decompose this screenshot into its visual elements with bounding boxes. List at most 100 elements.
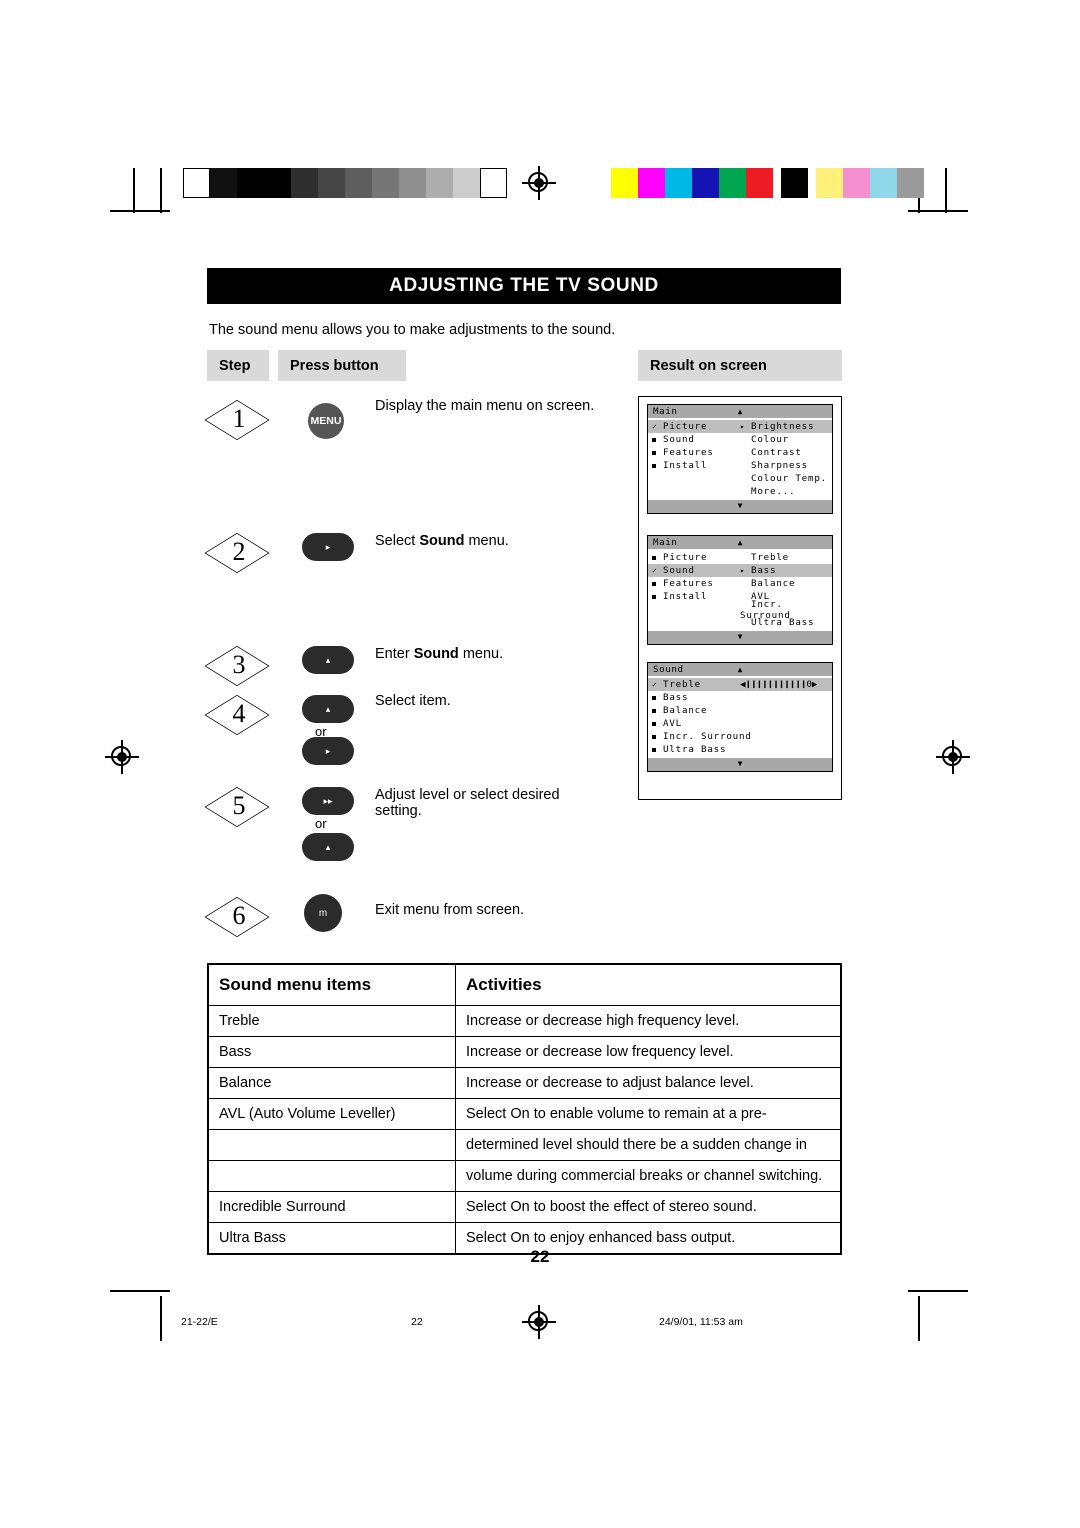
osd-footer-bar: ▼: [648, 500, 832, 513]
step-number-2: 2: [204, 531, 270, 574]
scroll-down-icon: ▼: [737, 501, 743, 510]
volume-button-step5[interactable]: ▸▸: [302, 787, 354, 815]
cursor-up-button-step5[interactable]: ▴: [302, 833, 354, 861]
registration-mark: [936, 740, 970, 774]
menu-button[interactable]: MENU: [308, 403, 344, 439]
cursor-lr-icon: ▸▸: [323, 795, 333, 806]
osd-item: Brightness: [751, 421, 815, 432]
step-number-1: 1: [204, 398, 270, 441]
registration-mark: [522, 1305, 556, 1339]
scroll-down-icon: ▼: [737, 632, 743, 641]
osd-item: Ultra Bass: [751, 617, 815, 628]
table-row: AVL (Auto Volume Leveller) Select On to …: [208, 1098, 841, 1130]
table-row: determined level should there be a sudde…: [208, 1129, 841, 1161]
osd-item: Install: [663, 591, 708, 602]
osd-item: More...: [751, 486, 796, 497]
table-row: Bass Increase or decrease low frequency …: [208, 1036, 841, 1068]
menu-exit-button[interactable]: m: [304, 894, 342, 932]
page-title-text: ADJUSTING THE TV SOUND: [389, 275, 659, 296]
scroll-down-icon: ▼: [737, 759, 743, 768]
table-cell-activity: determined level should there be a sudde…: [455, 1129, 841, 1161]
osd-item: Sound: [663, 565, 695, 576]
menu-exit-label: m: [318, 907, 328, 919]
table-row: Treble Increase or decrease high frequen…: [208, 1005, 841, 1037]
osd-panel-main-picture: Main ▲ ✓ Picture ▸ Brightness Sound Colour F…: [647, 404, 833, 514]
step-number-4: 4: [204, 693, 270, 736]
table-cell-item: [208, 1160, 456, 1192]
footer-right: 24/9/01, 11:53 am: [659, 1316, 743, 1328]
osd-item: Features: [663, 447, 714, 458]
osd-title: Main: [653, 406, 678, 417]
table-cell-activity: Increase or decrease high frequency leve…: [455, 1005, 841, 1037]
osd-item: Treble: [751, 552, 789, 563]
step-2-text: Select Sound menu.: [375, 533, 509, 549]
registration-mark: [522, 166, 556, 200]
osd-item: AVL: [663, 718, 682, 729]
intro-text: The sound menu allows you to make adjust…: [209, 322, 616, 338]
grayscale-swatches: [183, 168, 507, 198]
table-cell-item: Balance: [208, 1067, 456, 1099]
osd-panel-main-sound: Main ▲ Picture Treble ✓ Sound ▸ Bass Feature…: [647, 535, 833, 645]
osd-item: Contrast: [751, 447, 802, 458]
crop-mark: [908, 1290, 968, 1292]
sound-menu-items-table: Sound menu items Activities Treble Incre…: [207, 963, 842, 1255]
osd-item: Bass: [751, 565, 777, 576]
osd-item: Incr. Surround: [663, 731, 752, 742]
osd-item: Features: [663, 578, 714, 589]
table-cell-activity: Increase or decrease low frequency level…: [455, 1036, 841, 1068]
osd-item: Treble: [663, 679, 701, 690]
osd-item: Picture: [663, 421, 708, 432]
cursor-right-button-step4[interactable]: ▸: [302, 737, 354, 765]
footer-center: 22: [411, 1316, 423, 1328]
scroll-up-icon: ▲: [737, 665, 743, 674]
cursor-up-button-step4[interactable]: ▴: [302, 695, 354, 723]
osd-item: Balance: [663, 705, 708, 716]
column-header-step: Step: [207, 350, 269, 381]
step-3-text: Enter Sound menu.: [375, 646, 504, 662]
table-row: Balance Increase or decrease to adjust b…: [208, 1067, 841, 1099]
page-number: 22: [530, 1247, 550, 1266]
crop-mark: [133, 168, 135, 213]
osd-item: Sound: [663, 434, 695, 445]
osd-footer-bar: ▼: [648, 631, 832, 644]
column-header-result: Result on screen: [638, 350, 842, 381]
osd-item: Sharpness: [751, 460, 808, 471]
step-1-text: Display the main menu on screen.: [375, 398, 595, 414]
page-title: ADJUSTING THE TV SOUND: [207, 268, 841, 304]
treble-slider[interactable]: ◀❙❙❙❙❙❙❙❙❙❙❙0▶: [740, 679, 817, 690]
osd-item: Colour: [751, 434, 789, 445]
step-5-text: Adjust level or select desired setting.: [375, 787, 560, 819]
table-header-items: Sound menu items: [208, 964, 456, 1006]
scroll-up-icon: ▲: [737, 538, 743, 547]
table-cell-item: AVL (Auto Volume Leveller): [208, 1098, 456, 1130]
osd-item: Ultra Bass: [663, 744, 727, 755]
crop-mark: [918, 1296, 920, 1341]
crop-mark: [908, 210, 968, 212]
table-cell-activity: Select On to enable volume to remain at …: [455, 1098, 841, 1130]
table-cell-item: Bass: [208, 1036, 456, 1068]
osd-title-bar: Main ▲: [648, 405, 832, 418]
cursor-right-icon: ▸: [325, 745, 331, 756]
table-row: Incredible Surround Select On to boost t…: [208, 1191, 841, 1223]
table-header-activities: Activities: [455, 964, 841, 1006]
osd-title: Sound: [653, 664, 684, 675]
crop-mark: [110, 1290, 170, 1292]
cursor-right-button[interactable]: ▸: [302, 533, 354, 561]
step-4-text: Select item.: [375, 693, 451, 709]
osd-item: Balance: [751, 578, 796, 589]
table-cell-activity: volume during commercial breaks or chann…: [455, 1160, 841, 1192]
step-6-text: Exit menu from screen.: [375, 902, 525, 918]
crop-mark: [160, 1296, 162, 1341]
table-cell-item: [208, 1129, 456, 1161]
cursor-up-icon: ▴: [325, 703, 331, 714]
table-row: volume during commercial breaks or chann…: [208, 1160, 841, 1192]
scroll-up-icon: ▲: [737, 407, 743, 416]
osd-title-bar: Main ▲: [648, 536, 832, 549]
cursor-up-button[interactable]: ▴: [302, 646, 354, 674]
step-number-5: 5: [204, 785, 270, 828]
osd-footer-bar: ▼: [648, 758, 832, 771]
step-5-or-label: or: [315, 816, 327, 831]
osd-item: Install: [663, 460, 708, 471]
osd-item: Colour Temp.: [751, 473, 827, 484]
table-cell-activity: Increase or decrease to adjust balance l…: [455, 1067, 841, 1099]
